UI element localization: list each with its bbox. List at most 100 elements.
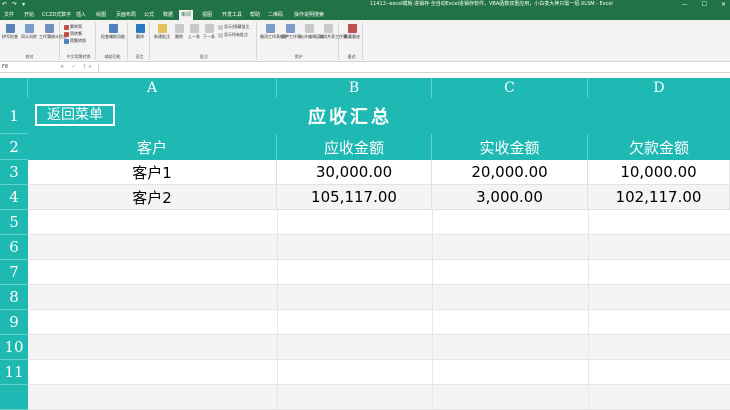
cell-received[interactable]: 3,000.00 bbox=[432, 185, 588, 209]
tab-insert[interactable]: 插入 bbox=[74, 10, 88, 20]
allow-edit-ranges-button[interactable]: 允许编辑区域 bbox=[300, 24, 324, 39]
tab-developer[interactable]: 开发工具 bbox=[220, 10, 244, 20]
tab-qrcode[interactable]: 二维码 bbox=[266, 10, 285, 20]
header-outstanding[interactable]: 欠款金额 bbox=[588, 134, 730, 160]
translate-button[interactable]: 翻译 bbox=[132, 24, 148, 39]
hide-ink-icon bbox=[347, 24, 357, 33]
maximize-button[interactable]: ☐ bbox=[702, 0, 707, 9]
name-box[interactable]: F8 bbox=[2, 64, 52, 71]
redo-icon[interactable]: ↷ bbox=[12, 1, 17, 8]
worksheet-grid: A B C D 1 返回菜单 应收汇总 2 客户 应收金额 实收金额 欠款金额 … bbox=[0, 78, 730, 410]
convert-icon bbox=[64, 38, 69, 44]
cell-receivable[interactable]: 30,000.00 bbox=[277, 160, 432, 184]
row-header-1[interactable]: 1 bbox=[0, 98, 28, 134]
row-header-5[interactable]: 5 bbox=[0, 210, 28, 235]
hide-ink-button[interactable]: 隐藏墨迹 bbox=[343, 24, 361, 39]
gridline bbox=[588, 210, 589, 410]
spelling-button[interactable]: 拼写检查 bbox=[1, 24, 19, 39]
tab-cczd[interactable]: CCZD式数字 bbox=[40, 10, 73, 20]
trad-to-simp-button[interactable]: 繁转简 bbox=[64, 24, 82, 30]
column-header-c[interactable]: C bbox=[432, 78, 588, 98]
simp-to-trad-button[interactable]: 简转繁 bbox=[64, 31, 82, 37]
header-received[interactable]: 实收金额 bbox=[432, 134, 588, 160]
customize-qat-icon[interactable]: ▾ bbox=[22, 1, 25, 8]
header-customer[interactable]: 客户 bbox=[28, 134, 277, 160]
cell-received[interactable]: 20,000.00 bbox=[432, 160, 588, 184]
cell-customer[interactable]: 客户2 bbox=[28, 185, 277, 209]
ribbon-group-protect: 撤消工作表保护 保护工作簿 允许编辑区域 取消共享工作簿 保护 bbox=[259, 22, 347, 60]
header-receivable[interactable]: 应收金额 bbox=[277, 134, 432, 160]
protect-workbook-icon bbox=[285, 24, 295, 33]
table-row: 客户2 105,117.00 3,000.00 102,117.00 bbox=[28, 185, 730, 210]
empty-row bbox=[28, 335, 730, 360]
empty-row bbox=[28, 310, 730, 335]
accessibility-icon bbox=[108, 24, 118, 33]
tell-me-search[interactable]: 操作说明搜索 bbox=[292, 10, 326, 20]
ribbon-group-accessibility: 检查辅助功能 辅助功能 bbox=[98, 22, 128, 60]
empty-row bbox=[28, 285, 730, 310]
spelling-icon bbox=[5, 24, 15, 33]
cell-customer[interactable]: 客户1 bbox=[28, 160, 277, 184]
title-bar: ↶ ↷ ▾ 11412--excel模板·进销存·全自动Excel进销存软件，V… bbox=[0, 0, 730, 9]
check-accessibility-button[interactable]: 检查辅助功能 bbox=[101, 24, 125, 39]
row-header-4[interactable]: 4 bbox=[0, 185, 28, 210]
stats-icon bbox=[44, 24, 54, 33]
empty-row bbox=[28, 235, 730, 260]
row-header-3[interactable]: 3 bbox=[0, 160, 28, 185]
empty-row bbox=[28, 360, 730, 385]
formula-icons[interactable]: ✕ ✓ fx bbox=[60, 64, 94, 71]
tab-formulas[interactable]: 公式 bbox=[142, 10, 156, 20]
row-header-partial bbox=[0, 385, 28, 410]
previous-comment-icon bbox=[189, 24, 199, 33]
tab-data[interactable]: 数据 bbox=[161, 10, 175, 20]
close-button[interactable]: ✕ bbox=[721, 0, 726, 9]
ribbon-group-comments: 新建批注 删除 上一条 下一条 显示/隐藏批注 显示所有批注 批注 bbox=[152, 22, 257, 60]
convert-button[interactable]: 简繁转换 bbox=[64, 38, 86, 44]
select-all-corner[interactable] bbox=[0, 78, 28, 98]
column-header-b[interactable]: B bbox=[277, 78, 432, 98]
cell-receivable[interactable]: 105,117.00 bbox=[277, 185, 432, 209]
column-header-a[interactable]: A bbox=[28, 78, 277, 98]
formula-input[interactable] bbox=[98, 63, 728, 72]
workbook-stats-button[interactable]: 工作簿统计信息 bbox=[39, 24, 67, 39]
tab-draw[interactable]: 绘图 bbox=[94, 10, 108, 20]
tab-help[interactable]: 帮助 bbox=[248, 10, 262, 20]
column-header-d[interactable]: D bbox=[588, 78, 730, 98]
show-all-comments-button[interactable]: 显示所有批注 bbox=[218, 32, 248, 38]
thesaurus-button[interactable]: 同义词库 bbox=[20, 24, 38, 39]
row-header-6[interactable]: 6 bbox=[0, 235, 28, 260]
formula-bar: F8 ✕ ✓ fx bbox=[0, 62, 730, 73]
undo-icon[interactable]: ↶ bbox=[2, 1, 7, 8]
ribbon-group-language: 翻译 语言 bbox=[130, 22, 150, 60]
ribbon-group-chinese-conversion: 繁转简 简转繁 简繁转换 中文简繁转换 bbox=[62, 22, 96, 60]
cell-outstanding[interactable]: 10,000.00 bbox=[588, 160, 730, 184]
cell-outstanding[interactable]: 102,117.00 bbox=[588, 185, 730, 209]
gridline bbox=[432, 210, 433, 410]
next-comment-button[interactable]: 下一条 bbox=[202, 24, 216, 39]
tab-file[interactable]: 文件 bbox=[2, 10, 16, 20]
row-header-7[interactable]: 7 bbox=[0, 260, 28, 285]
thesaurus-icon bbox=[24, 24, 34, 33]
row-header-2[interactable]: 2 bbox=[0, 134, 28, 160]
row-header-10[interactable]: 10 bbox=[0, 335, 28, 360]
tab-home[interactable]: 开始 bbox=[22, 10, 36, 20]
new-comment-button[interactable]: 新建批注 bbox=[153, 24, 171, 39]
ribbon-group-proofing: 拼写检查 同义词库 工作簿统计信息 校对 bbox=[0, 22, 67, 60]
tab-view[interactable]: 视图 bbox=[200, 10, 214, 20]
previous-comment-button[interactable]: 上一条 bbox=[187, 24, 201, 39]
delete-comment-button[interactable]: 删除 bbox=[172, 24, 186, 39]
unshare-workbook-button[interactable]: 取消共享工作簿 bbox=[319, 24, 347, 39]
row-header-11[interactable]: 11 bbox=[0, 360, 28, 385]
minimize-button[interactable]: — bbox=[682, 0, 688, 9]
back-to-menu-button[interactable]: 返回菜单 bbox=[35, 104, 115, 126]
tab-page-layout[interactable]: 页面布局 bbox=[114, 10, 138, 20]
window-title: 11412--excel模板·进销存·全自动Excel进销存软件，VBA函数双重… bbox=[370, 1, 613, 7]
row-header-9[interactable]: 9 bbox=[0, 310, 28, 335]
row-header-8[interactable]: 8 bbox=[0, 285, 28, 310]
table-row: 客户1 30,000.00 20,000.00 10,000.00 bbox=[28, 160, 730, 185]
tab-review[interactable]: 审阅 bbox=[179, 10, 194, 20]
unprotect-sheet-button[interactable]: 撤消工作表保护 bbox=[260, 24, 288, 39]
show-hide-comment-icon bbox=[218, 24, 223, 30]
show-hide-comment-button[interactable]: 显示/隐藏批注 bbox=[218, 24, 249, 30]
protect-workbook-button[interactable]: 保护工作簿 bbox=[281, 24, 301, 39]
